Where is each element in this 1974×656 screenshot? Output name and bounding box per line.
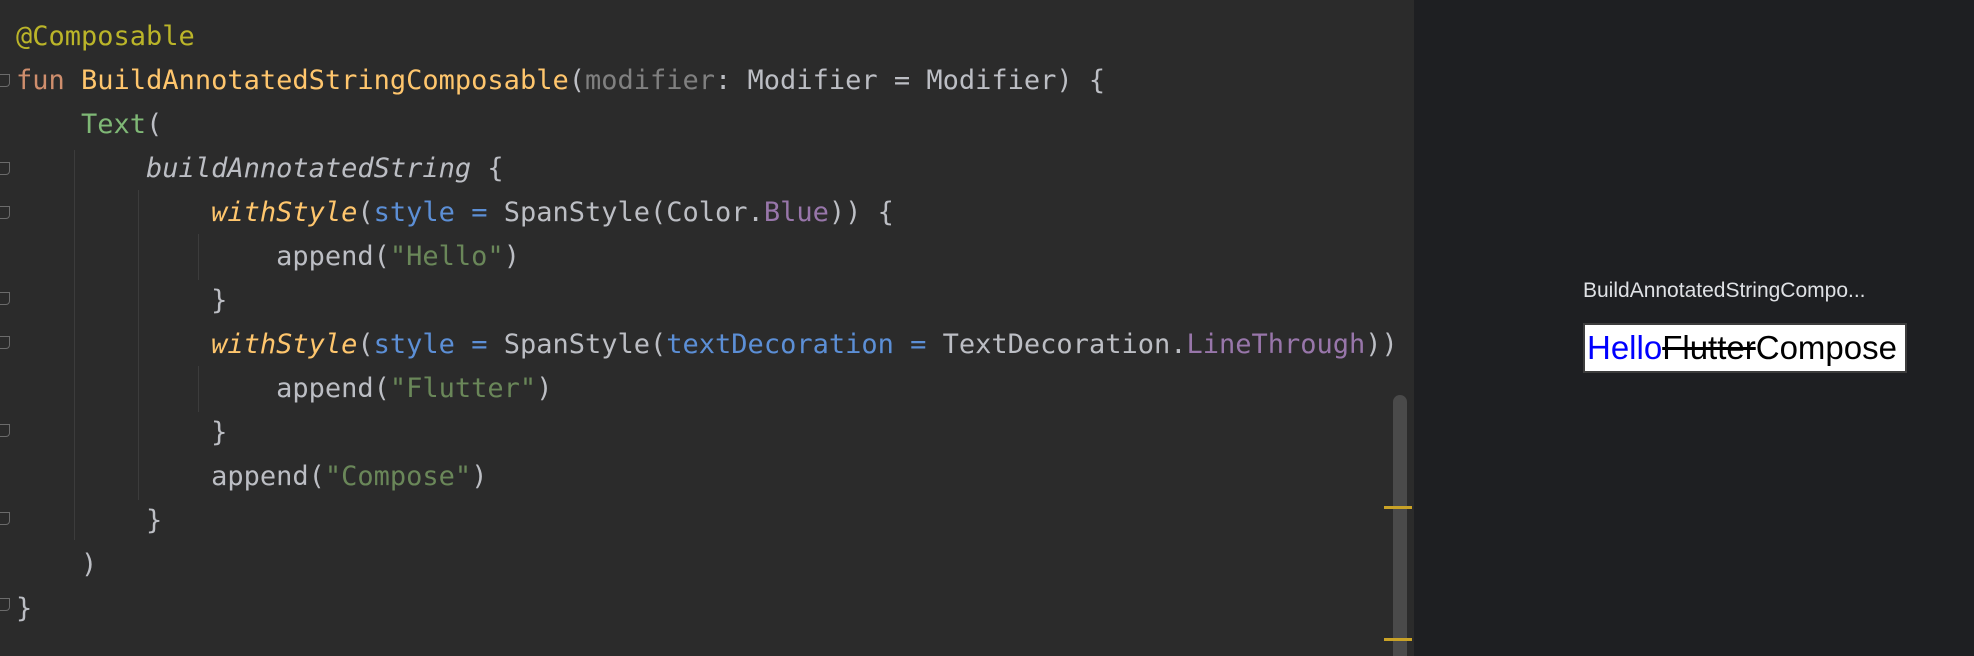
code-line-7: } xyxy=(16,279,227,323)
preview-render[interactable]: HelloFlutterCompose xyxy=(1583,323,1907,373)
string-token: "Compose" xyxy=(324,461,472,492)
code-line-8: withStyle(style = SpanStyle(textDecorati… xyxy=(16,323,1414,367)
type-token: Modifier xyxy=(747,65,878,96)
fold-icon[interactable] xyxy=(0,206,10,219)
code-line-4: buildAnnotatedString { xyxy=(16,147,504,191)
with-style-call-token: withStyle xyxy=(211,329,358,360)
punctuation-token: )) { xyxy=(1365,329,1398,360)
punctuation-token: ) xyxy=(503,241,520,272)
composable-call-token: Text xyxy=(81,109,147,140)
builder-call-token: buildAnnotatedString xyxy=(146,153,472,184)
code-line-3: Text( xyxy=(16,103,162,147)
punctuation-token: } xyxy=(211,417,228,448)
fold-icon[interactable] xyxy=(0,598,10,611)
punctuation-token: ) { xyxy=(1056,65,1106,96)
function-name-token: BuildAnnotatedStringComposable xyxy=(81,65,569,96)
punctuation-token: ( xyxy=(568,65,585,96)
span-style-token: SpanStyle( xyxy=(503,329,667,360)
default-value-token: Modifier xyxy=(926,65,1057,96)
fold-gutter xyxy=(0,0,14,656)
named-arg-token: style xyxy=(373,197,455,228)
punctuation-token: ) xyxy=(471,461,488,492)
punctuation-token: ) xyxy=(536,373,553,404)
preview-flutter-text: Flutter xyxy=(1662,329,1756,366)
punctuation-token: } xyxy=(211,285,228,316)
punctuation-token: ( xyxy=(146,109,163,140)
preview-compose-text: Compose xyxy=(1755,329,1897,366)
warning-marker[interactable] xyxy=(1384,506,1412,509)
parameter-token: modifier xyxy=(584,65,716,96)
fold-icon[interactable] xyxy=(0,512,10,525)
punctuation-token: )) { xyxy=(828,197,894,228)
warning-marker[interactable] xyxy=(1384,638,1412,641)
property-token: Blue xyxy=(763,197,829,228)
code-line-10: } xyxy=(16,411,227,455)
fold-icon[interactable] xyxy=(0,74,10,87)
fold-icon[interactable] xyxy=(0,424,10,437)
code-line-6: append("Hello") xyxy=(16,235,520,279)
annotation-token: @Composable xyxy=(16,21,195,52)
code-line-11: append("Compose") xyxy=(16,455,487,499)
punctuation-token: } xyxy=(146,505,163,536)
punctuation-token: { xyxy=(471,153,504,184)
preview-panel: BuildAnnotatedStringCompo... HelloFlutte… xyxy=(1417,0,1974,656)
operator-token: = xyxy=(454,197,504,228)
keyword-token: fun xyxy=(16,65,65,96)
fold-icon[interactable] xyxy=(0,336,10,349)
append-call-token: append( xyxy=(276,241,390,272)
append-call-token: append( xyxy=(211,461,325,492)
named-arg-token: style xyxy=(373,329,455,360)
operator-token: = xyxy=(454,329,504,360)
fold-icon[interactable] xyxy=(0,162,10,175)
with-style-call-token: withStyle xyxy=(211,197,358,228)
punctuation-token: ( xyxy=(357,329,374,360)
class-token: TextDecoration. xyxy=(942,329,1187,360)
preview-title[interactable]: BuildAnnotatedStringCompo... xyxy=(1583,279,1866,303)
code-line-2: fun BuildAnnotatedStringComposable(modif… xyxy=(16,59,1105,103)
fold-icon[interactable] xyxy=(0,292,10,305)
named-arg-token: textDecoration xyxy=(666,329,894,360)
code-editor[interactable]: @Composable fun BuildAnnotatedStringComp… xyxy=(0,0,1414,656)
append-call-token: append( xyxy=(276,373,390,404)
punctuation-token: : xyxy=(715,65,748,96)
string-token: "Hello" xyxy=(389,241,504,272)
vertical-scrollbar[interactable] xyxy=(1393,395,1407,656)
punctuation-token: ( xyxy=(357,197,374,228)
operator-token: = xyxy=(893,329,943,360)
operator-token: = xyxy=(877,65,927,96)
code-line-13: ) xyxy=(16,543,97,587)
punctuation-token: } xyxy=(16,593,33,624)
code-line-12: } xyxy=(16,499,162,543)
preview-hello-text: Hello xyxy=(1587,329,1663,366)
punctuation-token: ) xyxy=(81,549,98,580)
string-token: "Flutter" xyxy=(389,373,537,404)
span-style-token: SpanStyle(Color. xyxy=(503,197,764,228)
code-line-1: @Composable xyxy=(16,15,195,59)
code-line-14: } xyxy=(16,587,32,631)
property-token: LineThrough xyxy=(1186,329,1366,360)
code-line-5: withStyle(style = SpanStyle(Color.Blue))… xyxy=(16,191,894,235)
code-line-9: append("Flutter") xyxy=(16,367,552,411)
